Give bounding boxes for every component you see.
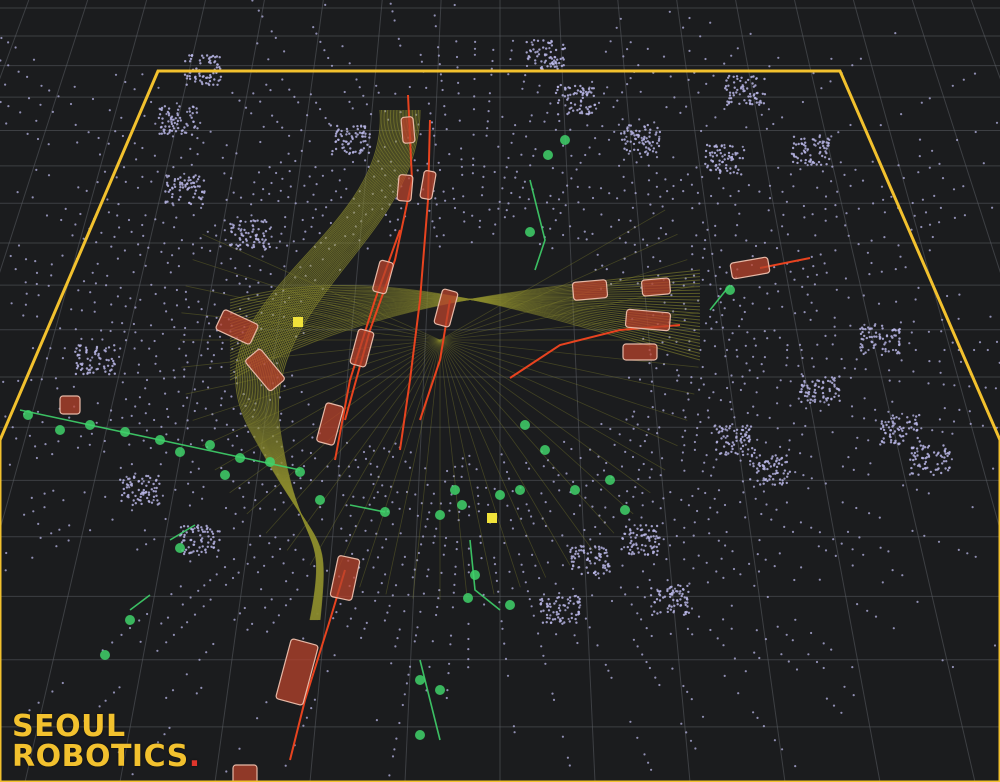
seoul-robotics-logo: SEOUL ROBOTICS. — [12, 712, 201, 772]
cyclist-marker-icon[interactable] — [487, 513, 497, 523]
pedestrian-marker-icon[interactable] — [85, 420, 95, 430]
pedestrian-marker-icon[interactable] — [450, 485, 460, 495]
vehicle-box-icon[interactable] — [729, 256, 771, 280]
pedestrian-marker-icon[interactable] — [560, 135, 570, 145]
pedestrian-marker-icon[interactable] — [457, 500, 467, 510]
vehicle-box-icon[interactable] — [624, 308, 672, 332]
pedestrian-marker-icon[interactable] — [55, 425, 65, 435]
pedestrian-marker-icon[interactable] — [205, 440, 215, 450]
pedestrian-marker-icon[interactable] — [415, 730, 425, 740]
vehicle-box-icon[interactable] — [349, 328, 375, 368]
pedestrian-marker-icon[interactable] — [543, 150, 553, 160]
pedestrian-marker-icon[interactable] — [100, 650, 110, 660]
pedestrian-marker-icon[interactable] — [125, 615, 135, 625]
vehicle-box-icon[interactable] — [275, 638, 319, 706]
pedestrian-objects[interactable] — [23, 135, 735, 740]
pedestrian-marker-icon[interactable] — [725, 285, 735, 295]
ground-grid — [0, 0, 1000, 782]
vehicle-box-icon[interactable] — [571, 279, 609, 301]
vehicle-box-icon[interactable] — [396, 174, 414, 202]
pedestrian-marker-icon[interactable] — [265, 457, 275, 467]
pedestrian-marker-icon[interactable] — [175, 543, 185, 553]
pedestrian-marker-icon[interactable] — [415, 675, 425, 685]
logo-dot: . — [188, 739, 201, 774]
pedestrian-marker-icon[interactable] — [175, 447, 185, 457]
vehicle-box-icon[interactable] — [419, 170, 437, 200]
pedestrian-marker-icon[interactable] — [505, 600, 515, 610]
pedestrian-marker-icon[interactable] — [435, 685, 445, 695]
pedestrian-marker-icon[interactable] — [220, 470, 230, 480]
pedestrian-marker-icon[interactable] — [463, 593, 473, 603]
vehicle-box-icon[interactable] — [329, 555, 361, 601]
lidar-scene[interactable] — [0, 0, 1000, 782]
logo-line-1: SEOUL — [12, 709, 126, 744]
pedestrian-marker-icon[interactable] — [295, 467, 305, 477]
pedestrian-marker-icon[interactable] — [520, 420, 530, 430]
pedestrian-marker-icon[interactable] — [620, 505, 630, 515]
pedestrian-marker-icon[interactable] — [380, 507, 390, 517]
pedestrian-marker-icon[interactable] — [605, 475, 615, 485]
pedestrian-marker-icon[interactable] — [23, 410, 33, 420]
pedestrian-marker-icon[interactable] — [120, 427, 130, 437]
pedestrian-marker-icon[interactable] — [570, 485, 580, 495]
pedestrian-marker-icon[interactable] — [525, 227, 535, 237]
pedestrian-marker-icon[interactable] — [470, 570, 480, 580]
pedestrian-marker-icon[interactable] — [435, 510, 445, 520]
vehicle-box-icon[interactable] — [400, 116, 416, 144]
lidar-viewport[interactable]: SEOUL ROBOTICS. — [0, 0, 1000, 782]
vehicle-box-icon[interactable] — [622, 343, 658, 361]
pedestrian-marker-icon[interactable] — [515, 485, 525, 495]
vehicle-box-icon[interactable] — [232, 764, 258, 782]
logo-line-2: ROBOTICS. — [12, 742, 201, 772]
cyclist-marker-icon[interactable] — [293, 317, 303, 327]
vehicle-objects[interactable] — [59, 116, 771, 782]
pedestrian-marker-icon[interactable] — [315, 495, 325, 505]
pedestrian-marker-icon[interactable] — [155, 435, 165, 445]
logo-word-robotics: ROBOTICS — [12, 739, 189, 774]
pedestrian-marker-icon[interactable] — [495, 490, 505, 500]
pedestrian-marker-icon[interactable] — [235, 453, 245, 463]
pedestrian-marker-icon[interactable] — [540, 445, 550, 455]
vehicle-box-icon[interactable] — [641, 277, 671, 297]
vehicle-box-icon[interactable] — [59, 395, 81, 415]
